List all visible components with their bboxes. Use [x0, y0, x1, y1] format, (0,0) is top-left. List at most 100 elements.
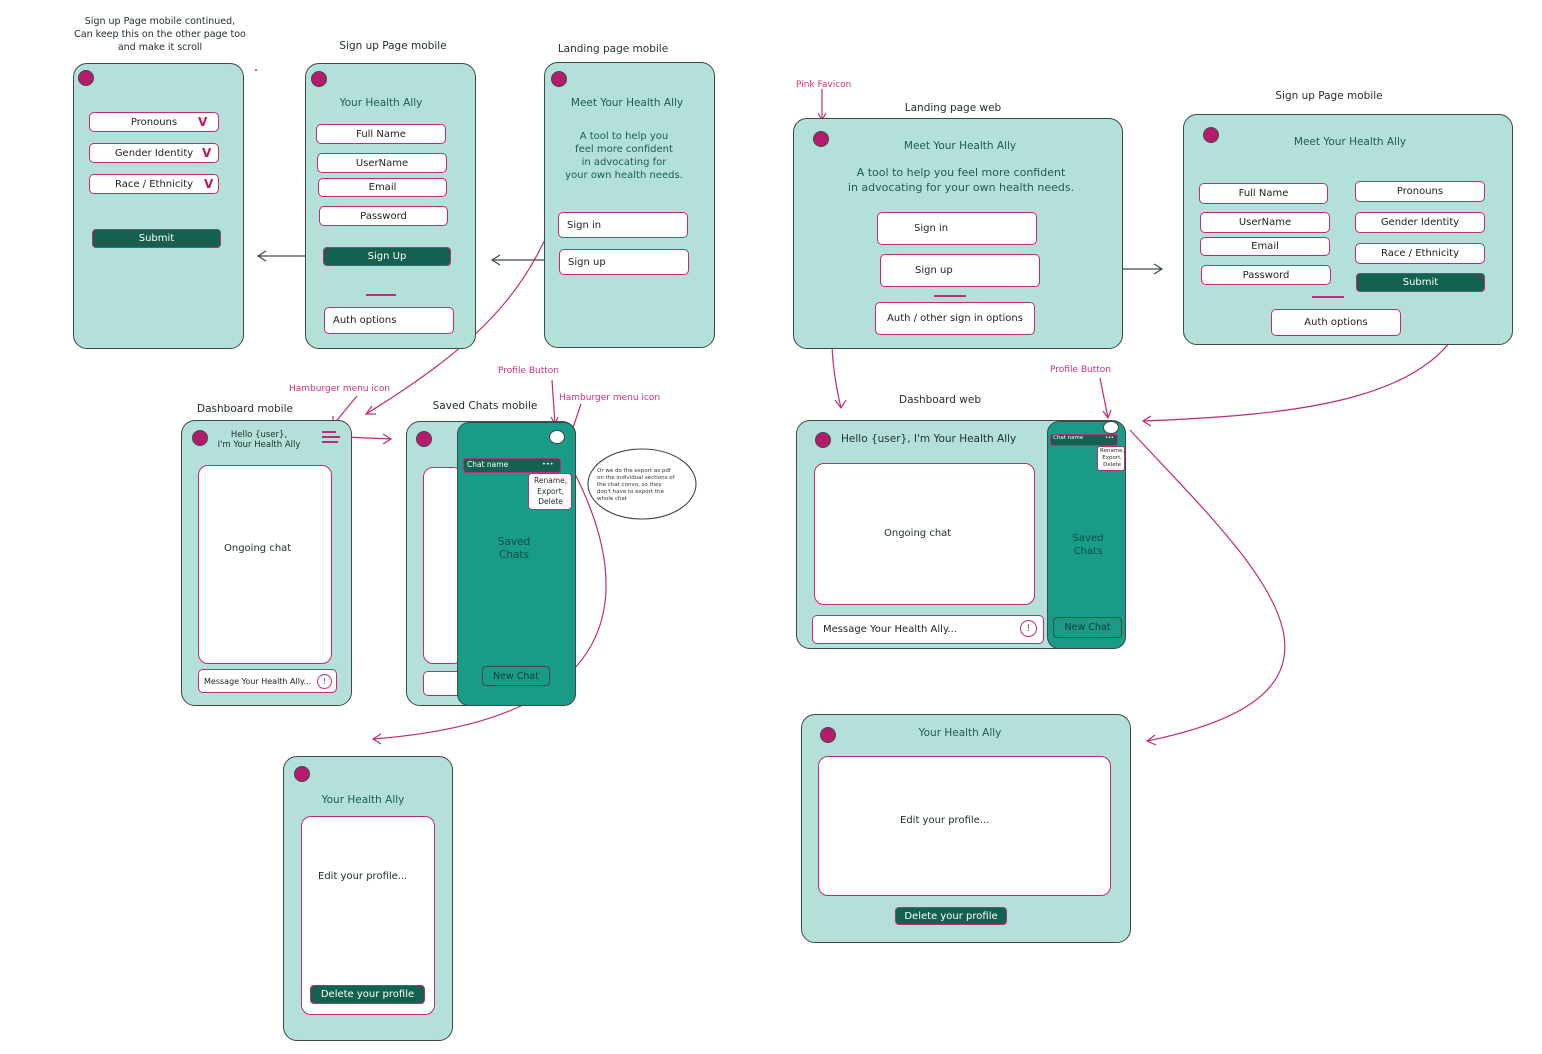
app-title: Your Health Ally	[918, 727, 1002, 739]
favicon-icon	[294, 766, 310, 782]
gender-select[interactable]: Gender Identity	[89, 143, 219, 163]
saved-chats-label: Saved Chats	[1072, 533, 1104, 557]
password-field[interactable]: Password	[1201, 265, 1331, 285]
race-select[interactable]: Race / Ethnicity	[1355, 243, 1485, 264]
chat-name-row[interactable]: Chat name •••	[1050, 434, 1118, 446]
chat-actions-label: Rename, Export, Delete	[1100, 448, 1125, 468]
landing-web-label: Landing page web	[904, 102, 1002, 114]
chat-name-label: Chat name	[1053, 435, 1084, 441]
divider	[366, 294, 396, 296]
favicon-icon	[192, 430, 208, 446]
sign-in-button[interactable]: Sign in	[877, 212, 1037, 245]
email-field[interactable]: Email	[318, 178, 447, 197]
chat-actions-label: Rename, Export, Delete	[534, 476, 568, 506]
full-name-field[interactable]: Full Name	[1199, 183, 1328, 204]
auth-other-label: Auth / other sign in options	[887, 313, 1023, 324]
favicon-icon	[815, 432, 831, 448]
auth-options-label: Auth options	[1304, 317, 1368, 328]
chat-name-row[interactable]: Chat name •••	[463, 458, 561, 473]
auth-options-label: Auth options	[333, 315, 397, 326]
profile-button[interactable]	[1103, 421, 1119, 434]
favicon-icon	[1203, 127, 1219, 143]
username-placeholder: UserName	[355, 157, 409, 169]
auth-options-button[interactable]: Auth options	[324, 307, 454, 334]
sign-in-button[interactable]: Sign in	[558, 212, 688, 238]
pink-favicon-note: Pink Favicon	[796, 80, 852, 90]
gender-select[interactable]: Gender Identity	[1355, 212, 1485, 233]
dashboard-web-label: Dashboard web	[898, 394, 982, 406]
sign-up-button[interactable]: Sign up	[880, 254, 1040, 287]
chat-actions-menu[interactable]: Rename, Export, Delete	[528, 473, 572, 510]
full-name-placeholder: Full Name	[356, 128, 406, 140]
tagline: A tool to help you feel more confident i…	[847, 166, 1075, 194]
submit-button[interactable]: Submit	[92, 229, 221, 248]
delete-profile-button[interactable]: Delete your profile	[895, 907, 1007, 925]
new-chat-button[interactable]: New Chat	[1053, 617, 1122, 638]
hamburger-line	[322, 431, 336, 433]
send-icon[interactable]: !	[1020, 620, 1037, 637]
sign-up-label: Sign up	[568, 256, 606, 268]
chevron-down-icon: V	[204, 177, 214, 191]
meet-title: Meet Your Health Ally	[1293, 136, 1407, 148]
edit-profile-label: Edit your profile...	[318, 871, 408, 882]
saved-chats-label: Saved Chats	[497, 536, 531, 561]
chat-name-label: Chat name	[467, 460, 509, 469]
gender-label: Gender Identity	[1380, 217, 1460, 228]
app-title: Your Health Ally	[339, 97, 423, 109]
more-options-icon[interactable]: •••	[542, 460, 554, 468]
edit-profile-label: Edit your profile...	[900, 815, 990, 826]
profile-edit-area[interactable]	[818, 756, 1111, 896]
pronouns-label: Pronouns	[1396, 186, 1444, 197]
profile-button-note: Profile Button	[498, 366, 559, 376]
email-placeholder: Email	[1251, 241, 1279, 252]
profile-button[interactable]	[549, 430, 565, 444]
submit-button[interactable]: Submit	[1356, 273, 1485, 292]
auth-options-button[interactable]: Auth options	[1271, 309, 1401, 336]
race-label: Race / Ethnicity	[1380, 248, 1460, 259]
username-field[interactable]: UserName	[317, 153, 447, 173]
send-glyph: !	[1026, 623, 1031, 634]
favicon-icon	[416, 431, 432, 447]
full-name-field[interactable]: Full Name	[316, 124, 446, 144]
signup-continued-frame	[73, 63, 244, 349]
email-field[interactable]: Email	[1200, 237, 1330, 256]
new-chat-label: New Chat	[493, 670, 539, 682]
password-field[interactable]: Password	[319, 206, 448, 226]
favicon-icon	[820, 727, 836, 743]
sign-up-button[interactable]: Sign Up	[323, 247, 451, 266]
message-placeholder: Message Your Health Ally...	[823, 624, 957, 635]
export-note: Or we do the export as pdf on the indivi…	[597, 468, 675, 502]
favicon-icon	[78, 70, 94, 86]
auth-other-options-button[interactable]: Auth / other sign in options	[875, 302, 1035, 335]
race-select[interactable]: Race / Ethnicity	[89, 174, 219, 194]
meet-title: Meet Your Health Ally	[570, 97, 684, 109]
hamburger-menu-icon[interactable]	[322, 430, 340, 444]
app-title: Your Health Ally	[321, 794, 405, 806]
hamburger-menu-note: Hamburger menu icon	[559, 393, 661, 403]
race-label: Race / Ethnicity	[114, 178, 194, 190]
hello-text: Hello {user}, I'm Your Health Ally	[217, 430, 301, 450]
hello-text: Hello {user}, I'm Your Health Ally	[841, 433, 1017, 445]
username-field[interactable]: UserName	[1200, 212, 1330, 233]
more-options-icon[interactable]: •••	[1105, 435, 1114, 441]
delete-profile-button[interactable]: Delete your profile	[310, 985, 425, 1004]
message-input[interactable]: Message Your Health Ally...	[812, 615, 1044, 644]
gender-label: Gender Identity	[114, 147, 194, 159]
saved-chats-mobile-label: Saved Chats mobile	[432, 400, 538, 412]
chat-actions-menu[interactable]: Rename, Export, Delete	[1097, 446, 1125, 471]
send-icon[interactable]: !	[317, 674, 332, 689]
ongoing-chat-area	[198, 465, 332, 664]
divider	[934, 295, 966, 297]
chevron-down-icon: V	[202, 146, 212, 160]
new-chat-button[interactable]: New Chat	[482, 666, 550, 686]
pronouns-select[interactable]: Pronouns	[1355, 181, 1485, 202]
hamburger-line	[322, 436, 340, 438]
divider	[1312, 296, 1344, 298]
landing-mobile-label: Landing page mobile	[557, 43, 669, 55]
signup-mobile-web-label: Sign up Page mobile	[1275, 90, 1383, 102]
password-placeholder: Password	[1242, 269, 1290, 281]
signup-mobile-label: Sign up Page mobile	[339, 40, 447, 52]
sign-up-button[interactable]: Sign up	[559, 249, 689, 275]
signup-continued-note: Sign up Page mobile continued, Can keep …	[74, 16, 246, 53]
new-chat-label: New Chat	[1064, 622, 1111, 633]
